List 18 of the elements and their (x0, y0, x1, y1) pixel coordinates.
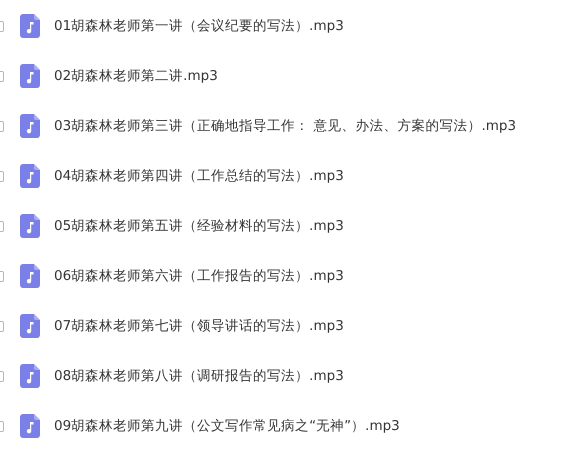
file-name[interactable]: 03胡森林老师第三讲（正确地指导工作： 意见、办法、方案的写法）.mp3 (54, 117, 516, 135)
file-name[interactable]: 02胡森林老师第二讲.mp3 (54, 67, 218, 85)
music-file-icon (20, 64, 40, 88)
music-file-icon (20, 314, 40, 338)
file-name[interactable]: 01胡森林老师第一讲（会议纪要的写法）.mp3 (54, 17, 344, 35)
music-file-icon (20, 164, 40, 188)
file-name[interactable]: 05胡森林老师第五讲（经验材料的写法）.mp3 (54, 217, 344, 235)
file-name[interactable]: 07胡森林老师第七讲（领导讲话的写法）.mp3 (54, 317, 344, 335)
music-file-icon (20, 114, 40, 138)
music-file-icon (20, 364, 40, 388)
music-file-icon (20, 14, 40, 38)
file-name[interactable]: 04胡森林老师第四讲（工作总结的写法）.mp3 (54, 167, 344, 185)
music-file-icon (20, 264, 40, 288)
music-file-icon (20, 414, 40, 438)
music-file-icon (20, 214, 40, 238)
file-name[interactable]: 06胡森林老师第六讲（工作报告的写法）.mp3 (54, 267, 344, 285)
file-name[interactable]: 09胡森林老师第九讲（公文写作常见病之“无神”）.mp3 (54, 417, 400, 435)
file-name[interactable]: 08胡森林老师第八讲（调研报告的写法）.mp3 (54, 367, 344, 385)
